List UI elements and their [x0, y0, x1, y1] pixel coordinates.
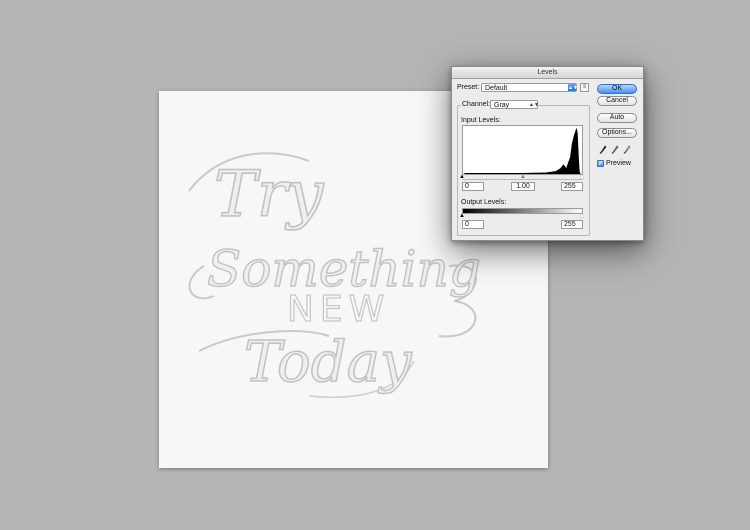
lettering-new: NEW [287, 289, 390, 330]
auto-button[interactable]: Auto [597, 113, 637, 123]
channel-label: Channel: [461, 101, 492, 109]
levels-dialog: Levels Preset: Default ▲▼ ≡ Channel: Gra… [451, 66, 644, 241]
select-arrows-icon: ▲▼ [568, 84, 578, 91]
cancel-button[interactable]: Cancel [597, 96, 637, 106]
preset-label: Preset: [457, 84, 480, 91]
output-black-field[interactable]: 0 [462, 220, 484, 229]
preset-value: Default [485, 85, 508, 92]
output-black-handle[interactable]: ▲ [459, 213, 465, 219]
output-gradient [462, 208, 583, 214]
histogram [462, 125, 583, 175]
preview-label: Preview [606, 160, 631, 167]
input-levels-label: Input Levels: [461, 117, 501, 124]
black-point-handle[interactable]: ▲ [459, 174, 465, 180]
lettering-try: Try [214, 158, 324, 232]
preset-options-icon[interactable]: ≡ [580, 83, 589, 92]
preview-checkbox[interactable]: ✓ [597, 160, 604, 167]
preset-select[interactable]: Default ▲▼ [481, 83, 578, 92]
channel-value: Gray [494, 102, 510, 109]
channel-select[interactable]: Gray ▲▼ [490, 100, 539, 109]
input-white-field[interactable]: 255 [561, 182, 583, 191]
dialog-title[interactable]: Levels [452, 67, 643, 79]
white-eyedropper-icon[interactable] [623, 145, 631, 155]
black-eyedropper-icon[interactable] [599, 145, 607, 155]
output-white-handle[interactable]: ▲ [579, 213, 585, 219]
output-white-field[interactable]: 255 [561, 220, 583, 229]
lettering-today: Today [244, 330, 413, 395]
select-arrows-icon: ▲▼ [529, 102, 539, 108]
options-button[interactable]: Options... [597, 128, 637, 138]
gamma-handle[interactable]: ▲ [520, 174, 526, 180]
gray-eyedropper-icon[interactable] [611, 145, 619, 155]
input-black-field[interactable]: 0 [462, 182, 484, 191]
ok-button[interactable]: OK [597, 84, 637, 94]
white-point-handle[interactable]: ▲ [579, 174, 585, 180]
input-gamma-field[interactable]: 1.00 [511, 182, 535, 191]
output-levels-label: Output Levels: [461, 199, 507, 206]
